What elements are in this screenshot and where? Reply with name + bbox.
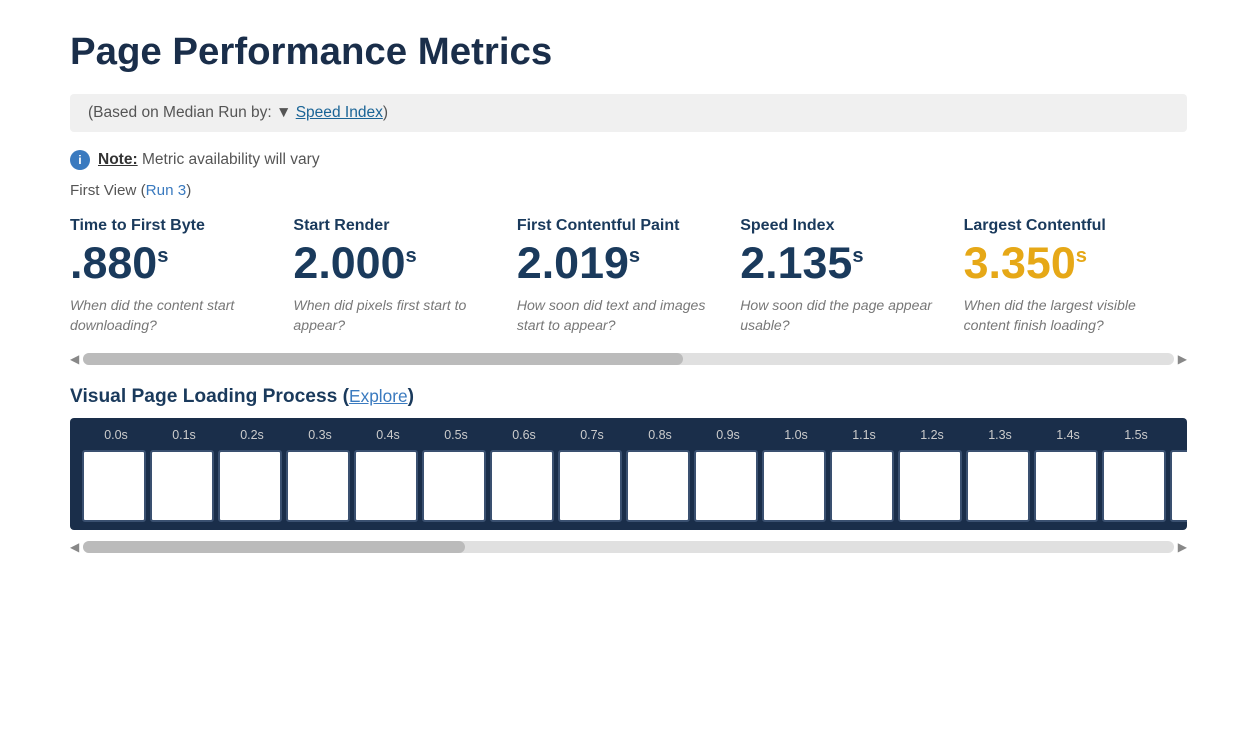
- metric-desc-1: When did pixels first start to appear?: [293, 296, 496, 335]
- timeline-frame-13: [966, 450, 1030, 522]
- metric-unit-3: s: [852, 245, 863, 267]
- timeline-label-8: 0.8s: [626, 428, 694, 442]
- metric-value-3: 2.135s: [740, 239, 943, 288]
- metric-unit-4: s: [1076, 245, 1087, 267]
- timeline-label-16: 1.6s: [1170, 428, 1187, 442]
- timeline-label-10: 1.0s: [762, 428, 830, 442]
- metric-col-3: Speed Index 2.135s How soon did the page…: [740, 217, 963, 346]
- metric-desc-3: How soon did the page appear usable?: [740, 296, 943, 335]
- timeline-frame-15: [1102, 450, 1166, 522]
- metric-title-3: Speed Index: [740, 217, 943, 235]
- metric-title-4: Largest Contentful: [964, 217, 1167, 235]
- timeline-label-3: 0.3s: [286, 428, 354, 442]
- timeline-label-0: 0.0s: [82, 428, 150, 442]
- first-view-suffix: ): [186, 182, 191, 199]
- timeline-frames: [82, 450, 1175, 522]
- metric-unit-2: s: [629, 245, 640, 267]
- top-scrollbar[interactable]: ◀ ▶: [70, 352, 1187, 366]
- timeline-frame-12: [898, 450, 962, 522]
- timeline-label-13: 1.3s: [966, 428, 1034, 442]
- bottom-scroll-left-arrow[interactable]: ◀: [70, 540, 79, 554]
- scroll-track[interactable]: [83, 353, 1174, 365]
- visual-loading-title: Visual Page Loading Process (Explore): [70, 386, 1187, 408]
- run-link[interactable]: Run 3: [146, 182, 187, 199]
- timeline-frame-5: [422, 450, 486, 522]
- bottom-scroll-thumb: [83, 541, 465, 553]
- timeline-frame-6: [490, 450, 554, 522]
- note-content: Metric availability will vary: [142, 151, 320, 168]
- metric-title-1: Start Render: [293, 217, 496, 235]
- scroll-thumb: [83, 353, 683, 365]
- timeline-frame-10: [762, 450, 826, 522]
- metric-desc-2: How soon did text and images start to ap…: [517, 296, 720, 335]
- timeline-frame-2: [218, 450, 282, 522]
- metric-value-4: 3.350s: [964, 239, 1167, 288]
- metric-value-1: 2.000s: [293, 239, 496, 288]
- metric-title-2: First Contentful Paint: [517, 217, 720, 235]
- first-view-label: First View (Run 3): [70, 182, 1187, 199]
- scroll-right-arrow[interactable]: ▶: [1178, 352, 1187, 366]
- scroll-left-arrow[interactable]: ◀: [70, 352, 79, 366]
- timeline-container: 0.0s0.1s0.2s0.3s0.4s0.5s0.6s0.7s0.8s0.9s…: [70, 418, 1187, 530]
- metric-desc-0: When did the content start downloading?: [70, 296, 273, 335]
- metric-title-0: Time to First Byte: [70, 217, 273, 235]
- timeline-frame-4: [354, 450, 418, 522]
- metric-col-0: Time to First Byte .880s When did the co…: [70, 217, 293, 346]
- metrics-row: Time to First Byte .880s When did the co…: [70, 217, 1187, 346]
- metrics-scroll-container[interactable]: Time to First Byte .880s When did the co…: [70, 217, 1187, 346]
- timeline-frame-0: [82, 450, 146, 522]
- metric-desc-4: When did the largest visible content fin…: [964, 296, 1167, 335]
- metric-value-2: 2.019s: [517, 239, 720, 288]
- timeline-frame-8: [626, 450, 690, 522]
- note-label: Note:: [98, 151, 138, 168]
- first-view-text: First View (: [70, 182, 146, 199]
- note-box: i Note: Metric availability will vary: [70, 150, 1187, 170]
- timeline-frame-3: [286, 450, 350, 522]
- timeline-frame-14: [1034, 450, 1098, 522]
- median-text: (Based on Median Run by:: [88, 104, 276, 121]
- median-arrow: ▼: [276, 104, 291, 121]
- timeline-label-12: 1.2s: [898, 428, 966, 442]
- metric-unit-1: s: [406, 245, 417, 267]
- median-bar: (Based on Median Run by: ▼ Speed Index): [70, 94, 1187, 132]
- timeline-label-9: 0.9s: [694, 428, 762, 442]
- timeline-frame-16: [1170, 450, 1187, 522]
- metric-col-1: Start Render 2.000s When did pixels firs…: [293, 217, 516, 346]
- info-icon: i: [70, 150, 90, 170]
- timeline-label-5: 0.5s: [422, 428, 490, 442]
- bottom-scroll-track[interactable]: [83, 541, 1174, 553]
- timeline-label-15: 1.5s: [1102, 428, 1170, 442]
- metric-value-0: .880s: [70, 239, 273, 288]
- timeline-label-1: 0.1s: [150, 428, 218, 442]
- bottom-scroll-right-arrow[interactable]: ▶: [1178, 540, 1187, 554]
- main-container: Page Performance Metrics (Based on Media…: [0, 0, 1257, 574]
- timeline-label-2: 0.2s: [218, 428, 286, 442]
- timeline-frame-11: [830, 450, 894, 522]
- median-suffix: ): [383, 104, 388, 121]
- timeline-label-14: 1.4s: [1034, 428, 1102, 442]
- timeline-frame-9: [694, 450, 758, 522]
- timeline-frame-7: [558, 450, 622, 522]
- timeline-frame-1: [150, 450, 214, 522]
- explore-link[interactable]: Explore: [349, 386, 408, 406]
- timeline-label-6: 0.6s: [490, 428, 558, 442]
- timeline-label-7: 0.7s: [558, 428, 626, 442]
- metric-col-4: Largest Contentful 3.350s When did the l…: [964, 217, 1187, 346]
- metric-col-2: First Contentful Paint 2.019s How soon d…: [517, 217, 740, 346]
- metric-unit-0: s: [157, 245, 168, 267]
- timeline-label-4: 0.4s: [354, 428, 422, 442]
- note-text: Note: Metric availability will vary: [98, 151, 320, 169]
- timeline-label-11: 1.1s: [830, 428, 898, 442]
- page-title: Page Performance Metrics: [70, 30, 1187, 74]
- timeline-labels: 0.0s0.1s0.2s0.3s0.4s0.5s0.6s0.7s0.8s0.9s…: [82, 428, 1175, 442]
- bottom-scrollbar[interactable]: ◀ ▶: [70, 540, 1187, 554]
- speed-index-link[interactable]: Speed Index: [296, 104, 383, 121]
